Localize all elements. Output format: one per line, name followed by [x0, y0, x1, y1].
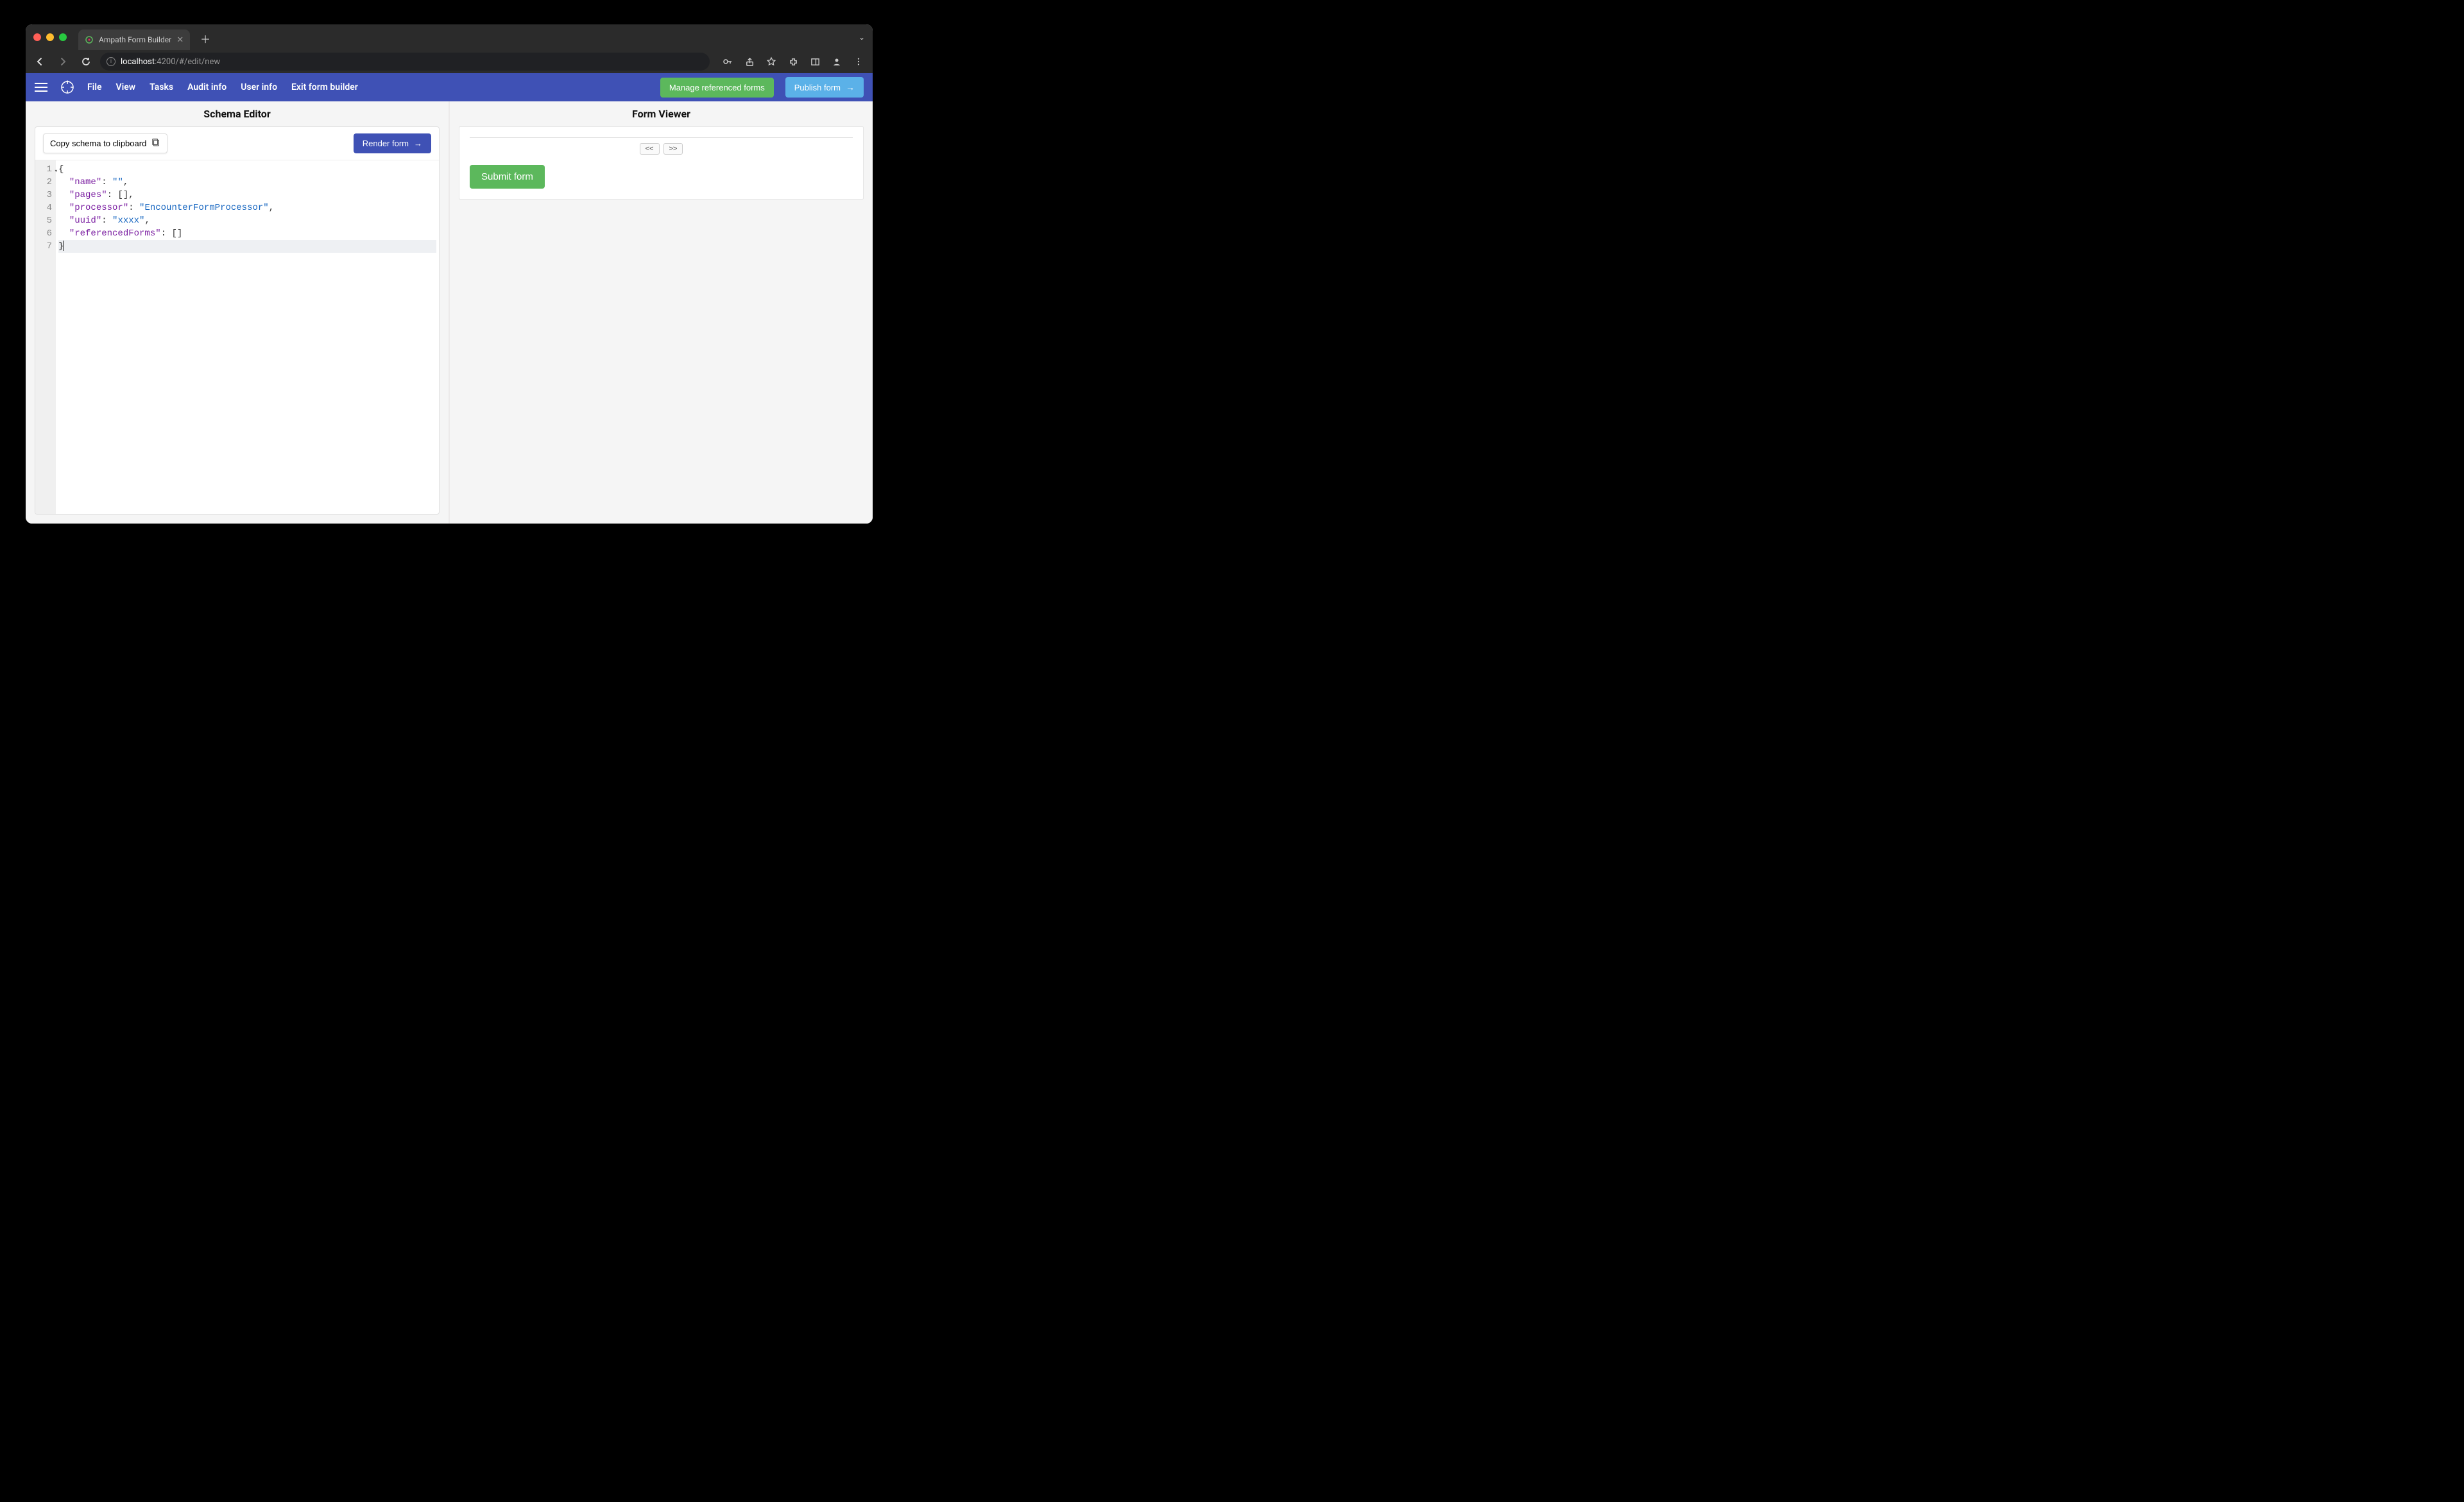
window-close-button[interactable]	[33, 33, 41, 41]
copy-schema-button[interactable]: Copy schema to clipboard	[43, 133, 167, 153]
menu-view[interactable]: View	[116, 82, 136, 92]
manage-referenced-forms-label: Manage referenced forms	[669, 83, 765, 92]
publish-form-label: Publish form	[794, 83, 841, 92]
app-logo-icon	[59, 79, 76, 96]
form-viewer-title: Form Viewer	[450, 101, 873, 126]
window-minimize-button[interactable]	[46, 33, 54, 41]
hamburger-menu-icon[interactable]	[35, 83, 47, 92]
site-info-icon[interactable]: i	[107, 57, 116, 66]
bookmark-star-icon[interactable]	[762, 53, 780, 71]
favicon-icon	[85, 35, 94, 44]
menu-exit[interactable]: Exit form builder	[291, 82, 358, 92]
editor-toolbar: Copy schema to clipboard Render form →	[35, 127, 439, 160]
extensions-icon[interactable]	[784, 53, 802, 71]
menu-user-info[interactable]: User info	[241, 82, 277, 92]
browser-tab[interactable]: Ampath Form Builder ✕	[78, 30, 190, 50]
browser-tab-strip: Ampath Form Builder ✕ ＋ ⌄	[26, 24, 873, 50]
share-icon[interactable]	[740, 53, 758, 71]
tabs-overflow-icon[interactable]: ⌄	[859, 33, 865, 42]
form-viewer-panel: Form Viewer << >> Submit form	[450, 101, 873, 524]
tab-close-icon[interactable]: ✕	[176, 35, 184, 45]
key-icon[interactable]	[719, 53, 737, 71]
kebab-menu-icon[interactable]	[850, 53, 868, 71]
copy-schema-label: Copy schema to clipboard	[50, 139, 146, 148]
menu-bar: File View Tasks Audit info User info Exi…	[87, 82, 358, 92]
menu-tasks[interactable]: Tasks	[150, 82, 173, 92]
back-button[interactable]	[31, 53, 49, 71]
code-editor[interactable]: 1▾234567 { "name": "", "pages": [], "pro…	[35, 160, 439, 514]
code-content[interactable]: { "name": "", "pages": [], "processor": …	[56, 160, 439, 514]
browser-toolbar: i localhost:4200/#/edit/new	[26, 50, 873, 73]
tab-title: Ampath Form Builder	[99, 35, 171, 44]
reload-button[interactable]	[77, 53, 95, 71]
manage-referenced-forms-button[interactable]: Manage referenced forms	[660, 78, 774, 98]
form-pager: << >>	[470, 137, 853, 155]
render-form-button[interactable]: Render form →	[354, 133, 431, 153]
url-text: localhost:4200/#/edit/new	[121, 57, 220, 67]
forward-button[interactable]	[54, 53, 72, 71]
line-number-gutter: 1▾234567	[35, 160, 56, 514]
arrow-right-icon: →	[414, 139, 422, 148]
arrow-right-icon: →	[846, 82, 855, 92]
new-tab-button[interactable]: ＋	[200, 31, 210, 46]
window-maximize-button[interactable]	[59, 33, 67, 41]
copy-icon	[151, 138, 160, 149]
menu-audit-info[interactable]: Audit info	[187, 82, 227, 92]
window-controls	[33, 33, 67, 41]
panel-icon[interactable]	[806, 53, 824, 71]
profile-icon[interactable]	[828, 53, 846, 71]
address-bar[interactable]: i localhost:4200/#/edit/new	[100, 53, 710, 71]
publish-form-button[interactable]: Publish form →	[785, 77, 864, 98]
pager-prev-button[interactable]: <<	[640, 143, 660, 155]
submit-form-button[interactable]: Submit form	[470, 165, 545, 189]
pager-next-button[interactable]: >>	[663, 143, 683, 155]
app-toolbar: File View Tasks Audit info User info Exi…	[26, 73, 873, 101]
schema-editor-title: Schema Editor	[26, 101, 449, 126]
menu-file[interactable]: File	[87, 82, 102, 92]
schema-editor-panel: Schema Editor Copy schema to clipboard R…	[26, 101, 450, 524]
render-form-label: Render form	[363, 139, 409, 148]
